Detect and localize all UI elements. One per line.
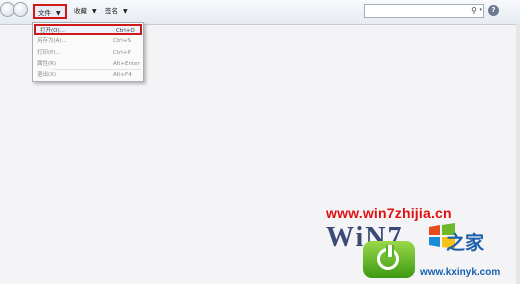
watermark-domain: www.kxinyk.com [420,267,501,278]
menu-item-shortcut: Ctrl+S [113,38,131,44]
menu-item-open[interactable]: 打开(O)... Ctrl+O [34,24,142,35]
bookmarks-menu-label: 签名 [105,7,118,15]
forward-button[interactable] [13,2,28,17]
power-badge-icon [363,241,415,278]
menu-item-save-as[interactable]: 另存为(A)... Ctrl+S [33,36,143,47]
search-input[interactable]: ⚲ ▾ [364,4,484,18]
menu-item-shortcut: Ctrl+P [113,50,131,56]
menu-item-label: 另存为(A)... [37,38,67,44]
chevron-down-icon: ▼ [92,8,97,15]
watermark-url: www.win7zhijia.cn [326,205,452,221]
file-menu-label: 文件 [38,9,51,17]
watermark-chinese-text: 之家 [446,232,485,254]
menu-item-shortcut: Alt+F4 [113,72,132,78]
favorites-menu-label: 收藏 [74,7,87,15]
menu-item-label: 打印(P)... [37,50,61,56]
chevron-down-icon: ▼ [123,8,128,15]
help-icon[interactable]: ? [488,5,499,16]
menu-item-print[interactable]: 打印(P)... Ctrl+P [33,48,143,59]
chevron-down-icon[interactable]: ▾ [479,7,482,13]
menu-item-exit[interactable]: 退出(X) Alt+F4 [33,70,143,81]
chevron-down-icon: ▼ [56,10,61,17]
search-icon[interactable]: ⚲ [471,6,477,15]
power-stick-icon [386,245,394,257]
favorites-menu-button[interactable]: 收藏 ▼ [71,4,100,19]
file-dropdown-menu: 打开(O)... Ctrl+O 另存为(A)... Ctrl+S 打印(P)..… [32,22,144,82]
bookmarks-menu-button[interactable]: 签名 ▼ [102,4,131,19]
menu-item-label: 退出(X) [37,72,57,78]
file-menu-button[interactable]: 文件 ▼ [33,4,67,19]
scrollbar[interactable] [516,24,520,284]
